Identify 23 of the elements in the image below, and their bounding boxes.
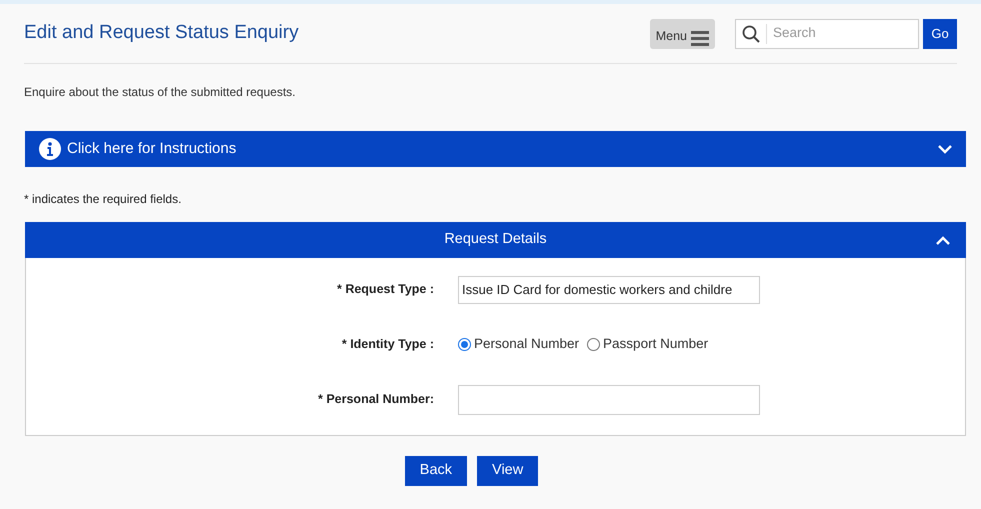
page-title: Edit and Request Status Enquiry — [24, 21, 300, 46]
menu-icon — [691, 30, 709, 46]
radio-button[interactable] — [587, 338, 600, 351]
action-button[interactable]: View — [477, 456, 538, 486]
request-type-select[interactable]: Issue ID Card for domestic workers and childre — [458, 276, 760, 304]
instructions-bar[interactable]: Click here for Instructions — [25, 131, 966, 167]
radio-button[interactable] — [458, 338, 471, 351]
section-header[interactable]: Request Details — [25, 222, 966, 258]
action-button[interactable]: Back — [404, 456, 468, 486]
search-icon — [742, 24, 760, 42]
radio-option[interactable]: Personal Number — [458, 334, 580, 355]
page-description: Enquire about the status of the submitted requests. — [24, 84, 296, 101]
field-label: * Identity Type : — [340, 336, 434, 354]
personal-number-field[interactable] — [458, 384, 760, 414]
radio-option[interactable]: Passport Number — [587, 334, 708, 355]
required-note: * indicates the required fields. — [24, 191, 182, 208]
field-label: * Request Type : — [336, 281, 434, 298]
field-label: * Personal Number: — [316, 391, 434, 408]
search-box[interactable]: Search — [735, 18, 919, 48]
menu-button[interactable]: Menu — [650, 18, 715, 48]
go-button[interactable]: Go — [923, 18, 957, 48]
search-input[interactable]: Search — [767, 23, 918, 44]
info-icon — [39, 138, 61, 160]
